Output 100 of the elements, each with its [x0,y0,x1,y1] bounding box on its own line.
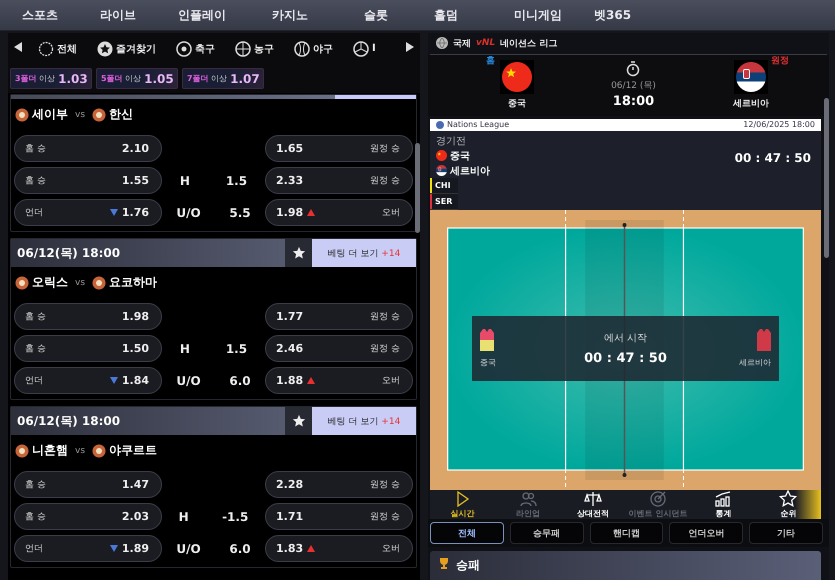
jersey-icon [480,329,494,351]
odds-button[interactable]: 1.65 원정 승 [265,135,413,162]
match-status: 경기전 [436,135,467,148]
scroll-right-button[interactable] [406,42,414,55]
odds-button[interactable]: 언더 1.84 [14,367,162,394]
odds-button[interactable]: 2.28 원정 승 [265,471,413,498]
sport-tab[interactable]: I [349,40,380,56]
countdown-timer: 00 : 47 : 50 [584,351,667,366]
team-name: 요코하마 [109,274,158,291]
nav-link[interactable]: 스포츠 [22,6,100,24]
ball-icon [176,40,192,56]
market-filter-tab[interactable]: 기타 [749,522,823,544]
people-icon [518,490,537,507]
market-label: U/O [176,374,201,388]
away-label: 원정 [770,55,789,68]
team-name: 니혼햄 [32,442,68,459]
odds-button[interactable]: 언더 1.89 [14,535,162,562]
match-date: 06/12 (목) [611,80,656,92]
favorite-button[interactable] [285,239,312,267]
odds-button[interactable]: 홈 승 2.03 [14,503,162,530]
team-name: 한신 [109,106,134,123]
line-value: 1.5 [226,174,248,188]
detail-tab[interactable]: 통계 [690,490,756,519]
nav-link[interactable]: 미니게임 [514,6,594,24]
sport-tab[interactable]: 축구 [172,40,219,56]
odds-button[interactable]: 2.46 원정 승 [265,335,413,362]
vs-label: vs [75,278,86,288]
team-code: CHI [434,180,452,192]
odds-button[interactable]: 1.88 오버 [265,367,413,394]
section-title: 승패 [456,557,480,574]
market-label: H [180,174,190,188]
globe-icon [436,120,444,129]
ball-icon [235,40,251,56]
nav-link[interactable]: 카지노 [272,6,364,24]
ball-icon [353,40,369,56]
nav-link[interactable]: 슬롯 [364,6,434,24]
odds-button[interactable]: 홈 승 1.55 [14,167,162,194]
team-logo-icon [92,108,106,122]
scroll-left-button[interactable] [14,42,22,55]
bonus-odds-chip[interactable]: 7폴더 이상 1.07 [182,68,264,89]
ball-icon [294,40,310,56]
detail-tab[interactable]: 실시간 [430,490,496,519]
team-logo-icon [92,444,106,458]
odds-button[interactable]: 홈 승 1.50 [14,335,162,362]
detail-tab[interactable]: 상대전적 [560,490,626,519]
odds-button[interactable]: 홈 승 1.98 [14,303,162,330]
market-filter-tab[interactable]: 전체 [430,522,504,544]
odds-button[interactable]: 2.33 원정 승 [265,167,413,194]
countdown-timer: 00 : 47 : 50 [734,151,811,165]
odds-button[interactable]: 1.77 원정 승 [265,303,413,330]
more-bets-button[interactable]: 베팅 더 보기 +14 [312,239,416,267]
match-date: 06/12(목) 18:00 [16,412,122,430]
team-name: 세이부 [32,106,68,123]
bonus-odds-chip[interactable]: 5폴더 이상 1.05 [96,68,178,89]
more-bets-button[interactable]: 베팅 더 보기 +14 [312,407,416,435]
sport-tab[interactable]: 즐겨찾기 [93,40,160,56]
sport-tab[interactable]: 농구 [231,40,278,56]
team-name: 세르비아 [732,98,769,110]
overlay-caption: 에서 시작 [604,332,648,345]
team-name: 중국 [508,98,526,110]
market-label: U/O [176,206,201,220]
team-name: 야쿠르트 [109,442,158,459]
market-filter-tab[interactable]: 언더오버 [669,522,744,544]
favorite-button[interactable] [285,407,312,435]
market-filter-tab[interactable]: 승무패 [510,522,584,544]
team-name: 중국 [480,357,496,368]
league-logo: vNL [476,38,496,48]
flag-icon [502,62,532,92]
odds-button[interactable]: 1.83 오버 [265,535,413,562]
sport-tab[interactable]: 야구 [290,40,337,56]
team-logo-icon [15,276,29,290]
vs-label: vs [75,446,86,456]
stopwatch-icon [626,61,640,78]
nav-link[interactable]: 인플레이 [178,6,272,24]
sport-tab[interactable]: 전체 [34,40,81,56]
vs-label: vs [75,110,86,120]
region-label: 국제 [453,38,471,50]
banner-datetime: 12/06/2025 18:00 [743,120,815,130]
bar-chart-icon [714,490,732,507]
market-filter-tab[interactable]: 핸디캡 [590,522,664,544]
odds-button[interactable]: 홈 승 2.10 [14,135,162,162]
trophy-icon [438,557,450,569]
flag-icon [436,165,447,176]
odds-button[interactable]: 1.71 원정 승 [265,503,413,530]
odds-button[interactable]: 1.98 오버 [265,199,413,226]
nav-link[interactable]: 라이브 [100,6,178,24]
team-name: 중국 [450,150,470,162]
home-label: 홈 [486,55,495,68]
bonus-odds-chip[interactable]: 3폴더 이상 1.03 [10,68,92,89]
nav-link[interactable]: 홀덤 [434,6,514,24]
nav-link[interactable]: 벳365 [594,6,674,24]
odds-button[interactable]: 언더 1.76 [14,199,162,226]
odds-button[interactable]: 홈 승 1.47 [14,471,162,498]
market-label: H [180,342,190,356]
target-icon [649,490,668,507]
team-name: 세르비아 [450,164,490,178]
star-icon [779,490,798,507]
flag-icon [436,150,447,161]
team-code: SER [434,196,454,208]
line-value: 6.0 [229,542,251,556]
